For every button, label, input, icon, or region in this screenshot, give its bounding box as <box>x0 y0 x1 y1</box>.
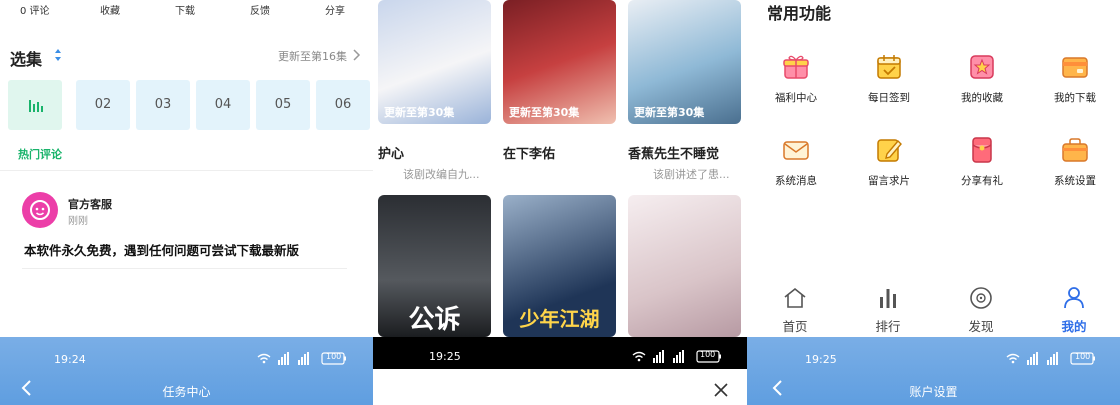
task-center-bar: 19:24 100 任务中心 <box>0 337 373 405</box>
tab-ranking[interactable]: 排行 <box>858 286 918 335</box>
episode-item[interactable]: 03 <box>136 80 190 130</box>
feature-daily-checkin[interactable]: 每日签到 <box>844 52 934 105</box>
favorite-action[interactable]: 收藏 <box>100 2 120 17</box>
download-action[interactable]: 下载 <box>175 2 195 17</box>
status-time: 19:24 <box>54 353 86 366</box>
tab-mine[interactable]: 我的 <box>1044 286 1104 335</box>
divider <box>22 268 347 269</box>
poster-card[interactable]: 更新至第30集 <box>378 0 491 124</box>
chevron-right-icon[interactable] <box>351 49 361 61</box>
battery-level: 100 <box>700 350 716 359</box>
close-icon[interactable] <box>713 382 729 398</box>
poster-card[interactable]: 更新至第30集 <box>503 0 616 124</box>
episodes-header: 选集 更新至第16集 <box>10 44 361 69</box>
feature-label: 我的收藏 <box>961 92 1003 104</box>
status-icons <box>1006 352 1095 365</box>
page-title: 任务中心 <box>162 385 211 399</box>
service-face-icon <box>30 200 50 220</box>
user-icon <box>1064 287 1084 309</box>
drama-title[interactable]: 护心 <box>378 143 404 162</box>
gift-icon <box>783 55 809 79</box>
ranking-icon <box>880 289 896 308</box>
poster-update-label: 更新至第30集 <box>509 106 580 119</box>
feature-request-film[interactable]: 留言求片 <box>844 135 934 188</box>
episodes-title: 选集 <box>10 50 43 69</box>
tab-label: 首页 <box>782 319 808 334</box>
discover-icon <box>970 287 992 309</box>
feature-my-favorites[interactable]: 我的收藏 <box>937 52 1027 105</box>
status-time: 19:25 <box>429 350 461 363</box>
episode-item[interactable]: 02 <box>76 80 130 130</box>
home-icon <box>784 287 806 308</box>
profile-panel: 常用功能 福利中心 每日签到 我的收藏 我的下载 系统消息 留言求片 分享有礼 … <box>747 0 1120 405</box>
feature-my-downloads[interactable]: 我的下载 <box>1030 52 1120 105</box>
poster-card[interactable]: 更新至第30集 <box>628 0 741 124</box>
feedback-action[interactable]: 反馈 <box>250 2 270 17</box>
tab-label: 我的 <box>1061 319 1087 334</box>
playing-bars-icon <box>29 100 43 112</box>
poster-card[interactable]: 公诉 <box>378 195 491 337</box>
drama-grid-panel: 更新至第30集 更新至第30集 更新至第30集 护心 在下李佑 香蕉先生不睡觉 … <box>373 0 747 405</box>
episodes-more-link[interactable]: 更新至第16集 <box>278 48 347 64</box>
battery-level: 100 <box>326 352 342 361</box>
feature-label: 分享有礼 <box>961 175 1003 187</box>
tab-label: 排行 <box>875 319 901 334</box>
drama-description: 该剧改编自九... <box>403 168 480 181</box>
poster-title-art: 少年江湖 <box>519 307 600 331</box>
status-icons <box>257 352 346 365</box>
red-packet-icon <box>972 137 992 163</box>
account-settings-bar: 19:25 100 账户设置 <box>747 337 1120 405</box>
mail-icon <box>783 141 809 160</box>
episode-detail-panel: 0 评论 收藏 下载 反馈 分享 选集 更新至第16集 02 03 04 05 … <box>0 0 373 405</box>
feature-label: 系统消息 <box>775 175 817 187</box>
download-card-icon <box>1062 57 1088 78</box>
tab-home[interactable]: 首页 <box>765 286 825 335</box>
poster-card[interactable]: 少年江湖 <box>503 195 616 337</box>
tab-discover[interactable]: 发现 <box>951 286 1011 335</box>
feature-share-rewards[interactable]: 分享有礼 <box>937 135 1027 188</box>
status-bar: 19:25 100 <box>373 337 747 369</box>
settings-box-icon <box>1062 138 1088 162</box>
avatar[interactable] <box>22 192 58 228</box>
comment-time: 刚刚 <box>68 216 88 227</box>
tab-label: 发现 <box>968 319 994 334</box>
edit-icon <box>877 139 902 162</box>
feature-system-messages[interactable]: 系统消息 <box>751 135 841 188</box>
top-nav-bar <box>373 369 747 405</box>
star-icon <box>970 55 994 79</box>
bottom-tab-bar: 首页 排行 发现 我的 <box>747 280 1120 336</box>
drama-title[interactable]: 在下李佑 <box>503 143 555 162</box>
status-time: 19:25 <box>805 353 837 366</box>
feature-label: 留言求片 <box>868 175 910 187</box>
section-title: 常用功能 <box>767 4 832 23</box>
poster-update-label: 更新至第30集 <box>384 106 455 119</box>
comment-author: 官方客服 <box>68 198 112 211</box>
page-title: 账户设置 <box>909 385 958 399</box>
drama-description: 该剧讲述了患... <box>653 168 730 181</box>
poster-update-label: 更新至第30集 <box>634 106 705 119</box>
divider <box>0 170 373 171</box>
episode-item[interactable]: 04 <box>196 80 250 130</box>
feature-system-settings[interactable]: 系统设置 <box>1030 135 1120 188</box>
feature-welfare-center[interactable]: 福利中心 <box>751 52 841 105</box>
poster-title-art: 公诉 <box>408 305 461 335</box>
comments-action[interactable]: 0 评论 <box>20 2 50 17</box>
comment-body: 本软件永久免费，遇到任何问题可尝试下载最新版 <box>24 243 300 258</box>
action-row: 0 评论 收藏 下载 反馈 分享 <box>0 0 373 18</box>
episode-playing[interactable] <box>8 80 62 130</box>
status-icons <box>632 350 721 363</box>
feature-label: 每日签到 <box>868 92 910 104</box>
battery-level: 100 <box>1075 352 1091 361</box>
sort-icon[interactable] <box>54 48 62 62</box>
share-action[interactable]: 分享 <box>325 2 345 17</box>
hot-comments-label: 热门评论 <box>18 148 62 161</box>
feature-label: 福利中心 <box>775 92 817 104</box>
poster-card[interactable] <box>628 195 741 337</box>
feature-label: 我的下载 <box>1054 92 1096 104</box>
drama-title[interactable]: 香蕉先生不睡觉 <box>628 143 719 162</box>
episode-item[interactable]: 06 <box>316 80 370 130</box>
episode-item[interactable]: 05 <box>256 80 310 130</box>
feature-label: 系统设置 <box>1054 175 1096 187</box>
calendar-check-icon <box>877 55 901 79</box>
